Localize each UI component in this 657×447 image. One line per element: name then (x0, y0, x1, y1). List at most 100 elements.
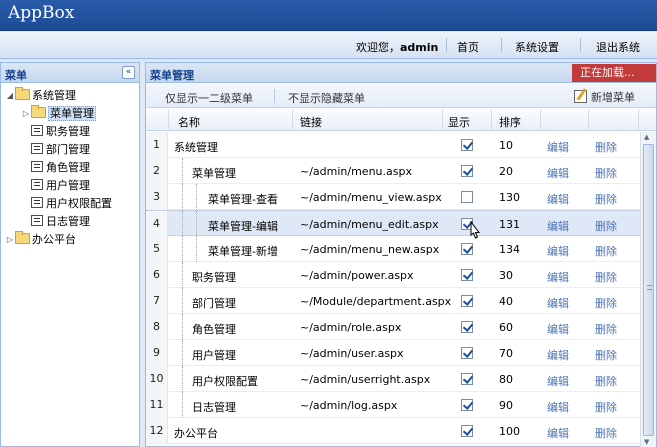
delete-link[interactable]: 删除 (595, 321, 617, 337)
edit-link[interactable]: 编辑 (547, 269, 569, 285)
table-row[interactable]: 10 用户权限配置 ~/admin/userright.aspx 80 编辑 删除 (146, 366, 640, 392)
menu-link-cell: ~/admin/user.aspx (300, 347, 404, 360)
edit-link[interactable]: 编辑 (547, 399, 569, 415)
delete-link[interactable]: 删除 (595, 425, 617, 441)
row-number: 12 (146, 418, 168, 444)
visible-checkbox[interactable] (461, 321, 473, 333)
column-header-order[interactable]: 排序 (499, 114, 521, 130)
delete-link[interactable]: 删除 (595, 373, 617, 389)
delete-link[interactable]: 删除 (595, 399, 617, 415)
row-number: 2 (146, 158, 168, 184)
order-cell: 60 (499, 321, 513, 334)
visible-checkbox[interactable] (461, 165, 473, 177)
column-separator (540, 109, 541, 131)
row-number: 5 (146, 236, 168, 262)
tree-collapsed-icon[interactable]: ▷ (21, 105, 31, 123)
edit-link[interactable]: 编辑 (547, 139, 569, 155)
tree-expanded-icon[interactable]: ◢ (5, 87, 15, 105)
edit-link[interactable]: 编辑 (547, 321, 569, 337)
order-cell: 134 (499, 243, 520, 256)
edit-link[interactable]: 编辑 (547, 425, 569, 441)
collapse-panel-button[interactable]: « (122, 66, 135, 79)
tree-node[interactable]: 职务管理 (21, 123, 90, 141)
grid-vertical-scrollbar[interactable]: ▲ ▼ (640, 132, 656, 447)
menu-name-cell: 办公平台 (174, 427, 218, 440)
table-row[interactable]: 3 菜单管理-查看 ~/admin/menu_view.aspx 130 编辑 删除 (146, 184, 640, 210)
row-number: 1 (146, 132, 168, 158)
edit-link[interactable]: 编辑 (547, 165, 569, 181)
menu-tree-panel: 菜单 « ◢ 系统管理 ▷ 菜单管理 职务管理 部门管理 角色管理 用户管理 用户权限配置 日志管… (0, 62, 140, 447)
table-row[interactable]: 6 职务管理 ~/admin/power.aspx 30 编辑 删除 (146, 262, 640, 288)
nav-settings-link[interactable]: 系统设置 (515, 39, 559, 55)
visible-checkbox[interactable] (461, 269, 473, 281)
scroll-up-icon[interactable]: ▲ (644, 133, 649, 141)
edit-note-icon (574, 90, 587, 103)
delete-link[interactable]: 删除 (595, 347, 617, 363)
delete-link[interactable]: 删除 (595, 139, 617, 155)
visible-checkbox[interactable] (461, 373, 473, 385)
delete-link[interactable]: 删除 (595, 295, 617, 311)
edit-link[interactable]: 编辑 (547, 191, 569, 207)
scrollbar-thumb[interactable] (643, 144, 654, 436)
table-row[interactable]: 8 角色管理 ~/admin/role.aspx 60 编辑 删除 (146, 314, 640, 340)
menu-name-cell: 职务管理 (192, 271, 236, 284)
table-row[interactable]: 9 用户管理 ~/admin/user.aspx 70 编辑 删除 (146, 340, 640, 366)
visible-checkbox[interactable] (461, 243, 473, 255)
table-row[interactable]: 12 办公平台 100 编辑 删除 (146, 418, 640, 444)
visible-checkbox[interactable] (461, 191, 473, 203)
table-row[interactable]: 2 菜单管理 ~/admin/menu.aspx 20 编辑 删除 (146, 158, 640, 184)
menu-management-header: 菜单管理 正在加载... (146, 63, 656, 83)
visible-checkbox[interactable] (461, 399, 473, 411)
edit-link[interactable]: 编辑 (547, 295, 569, 311)
hide-hidden-button[interactable]: 不显示隐藏菜单 (288, 90, 365, 106)
visible-checkbox[interactable] (461, 347, 473, 359)
menu-link-cell: ~/admin/menu_edit.aspx (300, 218, 439, 231)
delete-link[interactable]: 删除 (595, 269, 617, 285)
page-icon (31, 179, 43, 190)
delete-link[interactable]: 删除 (595, 243, 617, 259)
tree-node[interactable]: 用户权限配置 (21, 195, 112, 213)
tree-node[interactable]: ▷ 菜单管理 (21, 105, 96, 123)
menu-link-cell: ~/admin/menu_view.aspx (300, 191, 442, 204)
table-row[interactable]: 7 部门管理 ~/Module/department.aspx 40 编辑 删除 (146, 288, 640, 314)
edit-link[interactable]: 编辑 (547, 347, 569, 363)
menu-link-cell: ~/admin/role.aspx (300, 321, 402, 334)
delete-link[interactable]: 删除 (595, 165, 617, 181)
table-row[interactable]: 4 菜单管理-编辑 ~/admin/menu_edit.aspx 131 编辑 删除 (146, 210, 640, 237)
tree-node[interactable]: 角色管理 (21, 159, 90, 177)
table-row[interactable]: 11 日志管理 ~/admin/log.aspx 90 编辑 删除 (146, 392, 640, 418)
order-cell: 80 (499, 373, 513, 386)
order-cell: 30 (499, 269, 513, 282)
edit-link[interactable]: 编辑 (547, 243, 569, 259)
tree-collapsed-icon[interactable]: ▷ (5, 231, 15, 249)
column-header-link[interactable]: 链接 (300, 114, 322, 130)
visible-checkbox[interactable] (461, 139, 473, 151)
tree-node[interactable]: 部门管理 (21, 141, 90, 159)
table-row[interactable]: 1 系统管理 10 编辑 删除 (146, 132, 640, 158)
nav-logout-link[interactable]: 退出系统 (596, 39, 640, 55)
delete-link[interactable]: 删除 (595, 218, 617, 234)
tree-node[interactable]: ◢ 系统管理 (5, 87, 76, 105)
tree-node[interactable]: 日志管理 (21, 213, 90, 231)
nav-home-link[interactable]: 首页 (457, 39, 479, 55)
edit-link[interactable]: 编辑 (547, 218, 569, 234)
visible-checkbox[interactable] (461, 295, 473, 307)
table-row[interactable]: 5 菜单管理-新增 ~/admin/menu_new.aspx 134 编辑 删除 (146, 236, 640, 262)
tree-node[interactable]: 用户管理 (21, 177, 90, 195)
order-cell: 20 (499, 165, 513, 178)
tree-node-label: 菜单管理 (48, 106, 96, 121)
loading-indicator: 正在加载... (572, 64, 656, 82)
menu-name-cell: 部门管理 (192, 297, 236, 310)
scroll-down-icon[interactable]: ▼ (644, 438, 649, 446)
show-level2-button[interactable]: 仅显示一二级菜单 (165, 90, 253, 106)
order-cell: 70 (499, 347, 513, 360)
column-header-name[interactable]: 名称 (178, 114, 200, 130)
add-menu-button[interactable]: 新增菜单 (574, 89, 635, 105)
app-header: AppBox (0, 0, 657, 31)
delete-link[interactable]: 删除 (595, 191, 617, 207)
column-header-visible[interactable]: 显示 (448, 114, 470, 130)
tree-node[interactable]: ▷ 办公平台 (5, 231, 76, 249)
row-number: 8 (146, 314, 168, 340)
visible-checkbox[interactable] (461, 425, 473, 437)
edit-link[interactable]: 编辑 (547, 373, 569, 389)
